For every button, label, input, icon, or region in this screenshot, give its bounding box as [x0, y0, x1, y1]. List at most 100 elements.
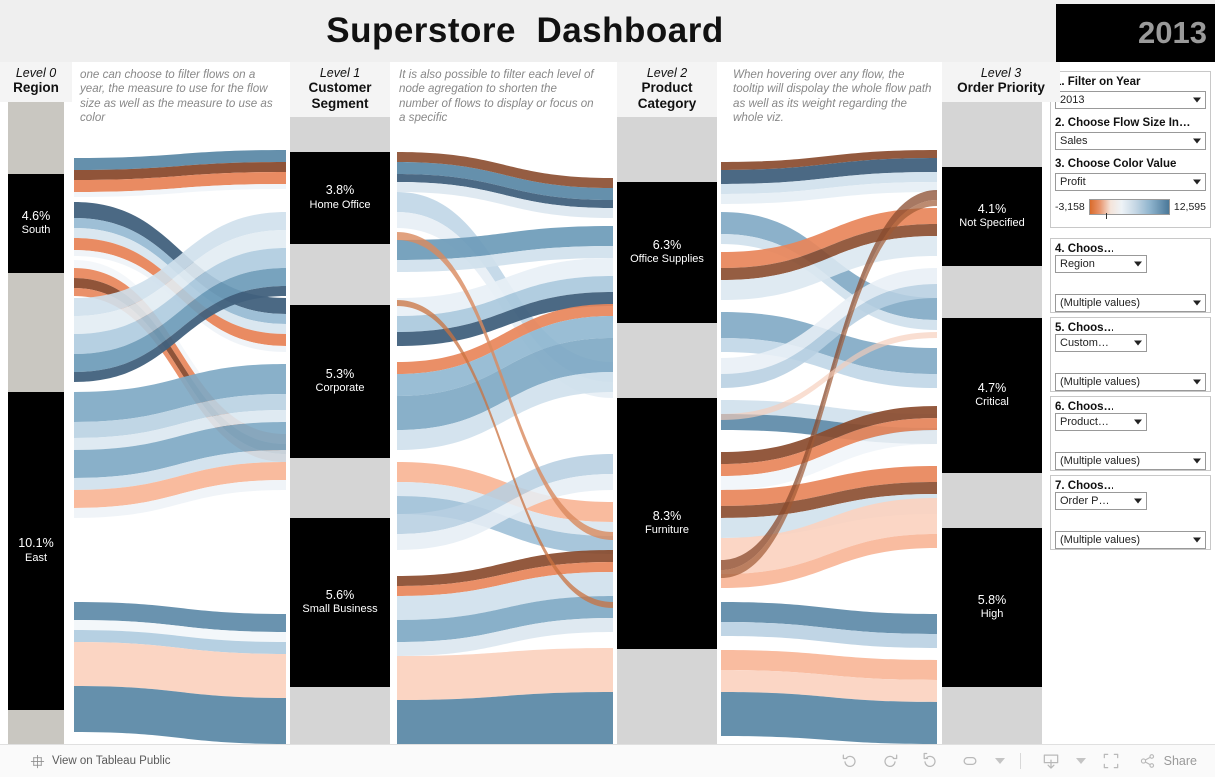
legend-tick — [1106, 213, 1108, 219]
filter-color-value-label: 3. Choose Color Value — [1055, 158, 1177, 170]
node-critical[interactable]: 4.7% Critical — [942, 318, 1042, 473]
node-pct: 10.1% — [18, 536, 54, 551]
bottom-toolbar: View on Tableau Public Share — [0, 744, 1215, 777]
level-index: Level 1 — [319, 66, 361, 80]
sankey-panel-segment-to-category — [397, 62, 613, 744]
filter-year-label: 1. Filter on Year — [1055, 76, 1141, 88]
legend-gradient-bar — [1088, 199, 1170, 219]
tableau-logo-icon — [30, 754, 45, 768]
filter-level0-label: 4. Choos… — [1055, 243, 1113, 256]
revert-button[interactable] — [910, 746, 950, 776]
download-dropdown-caret[interactable] — [1071, 746, 1091, 776]
node-label: Not Specified — [959, 217, 1025, 230]
filter-level1-label: 5. Choos… — [1055, 322, 1113, 335]
level-column-order-priority: 4.1% Not Specified 4.7% Critical 5.8% Hi… — [942, 62, 1042, 744]
node-pct: 5.3% — [325, 366, 355, 381]
level-header-product-category: Level 2 Product Category — [617, 62, 717, 118]
node-furniture[interactable]: 8.3% Furniture — [617, 398, 717, 649]
filter-level0-values-dropdown[interactable]: (Multiple values) — [1055, 294, 1206, 313]
filter-level2-value: (Multiple values) — [1060, 455, 1141, 468]
download-button[interactable] — [1031, 746, 1071, 776]
node-label: South — [21, 224, 51, 237]
node-label: Corporate — [315, 382, 365, 395]
node-office-supplies[interactable]: 6.3% Office Supplies — [617, 182, 717, 323]
filter-color-value-value: Profit — [1060, 176, 1086, 188]
sankey-panel-region-to-segment — [74, 62, 286, 744]
chevron-down-icon — [1134, 261, 1142, 267]
filter-level2-label: 6. Choos… — [1055, 401, 1113, 414]
annotation-2: When hovering over any flow, the tooltip… — [733, 68, 932, 125]
level-field: Order Priority — [957, 80, 1045, 96]
node-label: East — [24, 551, 47, 564]
node-small-business[interactable]: 5.6% Small Business — [290, 518, 390, 687]
view-on-tableau-public-label: View on Tableau Public — [52, 755, 171, 767]
filter-level2-dimension-dropdown[interactable]: Product… — [1055, 413, 1147, 432]
level-column-customer-segment: 3.8% Home Office 5.3% Corporate 5.6% Sma… — [290, 62, 390, 744]
view-on-tableau-public-button[interactable]: View on Tableau Public — [30, 754, 171, 769]
filter-color-value-dropdown[interactable]: Profit — [1055, 173, 1206, 191]
chevron-down-icon — [1193, 179, 1201, 185]
level-index: Level 0 — [15, 66, 57, 80]
node-label: High — [980, 608, 1004, 621]
filter-group-main: 1. Filter on Year 2013 2. Choose Flow Si… — [1050, 71, 1211, 228]
node-pct: 6.3% — [652, 237, 682, 252]
node-not-specified[interactable]: 4.1% Not Specified — [942, 167, 1042, 266]
toolbar-divider — [1019, 753, 1021, 769]
share-button[interactable]: Share — [1131, 752, 1201, 770]
level-field: Region — [13, 80, 59, 96]
level-column-region: 4.6% South 10.1% East — [8, 62, 64, 744]
filter-group-level2: 6. Choos… Product… (Multiple values) — [1050, 396, 1211, 471]
chevron-down-icon — [1193, 138, 1201, 144]
node-label: Furniture — [644, 524, 690, 537]
sankey-flows-0 — [74, 150, 286, 744]
node-pct: 8.3% — [652, 508, 682, 523]
chevron-down-icon — [1193, 458, 1201, 464]
filter-group-level1: 5. Choos… Custom… (Multiple values) — [1050, 317, 1211, 392]
level-header-order-priority: Level 3 Order Priority — [942, 62, 1060, 102]
title-bar: Superstore Dashboard 2013 — [0, 0, 1215, 62]
node-home-office[interactable]: 3.8% Home Office — [290, 152, 390, 244]
redo-button[interactable] — [870, 746, 910, 776]
filter-level0-dimension-dropdown[interactable]: Region — [1055, 255, 1147, 274]
chevron-down-icon — [1134, 498, 1142, 504]
filter-level3-label: 7. Choos… — [1055, 480, 1113, 493]
dashboard-canvas: 4.6% South 10.1% East Level 0 Region one… — [0, 62, 1215, 744]
node-corporate[interactable]: 5.3% Corporate — [290, 305, 390, 458]
toolbar-actions: Share — [830, 746, 1201, 776]
filter-group-level0: 4. Choos… Region (Multiple values) — [1050, 238, 1211, 313]
filter-level2-dimension-value: Product… — [1060, 416, 1109, 429]
level-field: Product Category — [637, 80, 697, 111]
node-south[interactable]: 4.6% South — [8, 174, 64, 273]
annotation-1: It is also possible to filter each level… — [399, 68, 594, 125]
share-icon — [1140, 754, 1154, 768]
filter-level0-dimension-value: Region — [1060, 258, 1095, 271]
undo-button[interactable] — [830, 746, 870, 776]
legend-max-value: 12,595 — [1173, 201, 1206, 213]
filter-level1-dimension-dropdown[interactable]: Custom… — [1055, 334, 1147, 353]
filter-level3-dimension-dropdown[interactable]: Order P… — [1055, 492, 1147, 511]
filter-panel: 1. Filter on Year 2013 2. Choose Flow Si… — [1048, 62, 1215, 744]
filter-level2-values-dropdown[interactable]: (Multiple values) — [1055, 452, 1206, 471]
filter-level3-values-dropdown[interactable]: (Multiple values) — [1055, 531, 1206, 550]
refresh-button[interactable] — [950, 746, 990, 776]
node-pct: 4.6% — [21, 208, 51, 223]
node-high[interactable]: 5.8% High — [942, 528, 1042, 687]
node-pct: 3.8% — [325, 183, 355, 198]
filter-flow-size-dropdown[interactable]: Sales — [1055, 132, 1206, 150]
node-east[interactable]: 10.1% East — [8, 392, 64, 710]
sankey-flows-2 — [721, 150, 937, 744]
chevron-down-icon — [1193, 300, 1201, 306]
level-index: Level 2 — [646, 66, 688, 80]
refresh-dropdown-caret[interactable] — [990, 746, 1010, 776]
filter-level3-value: (Multiple values) — [1060, 534, 1141, 547]
chevron-down-icon — [1134, 340, 1142, 346]
legend-min-value: -3,158 — [1055, 201, 1085, 213]
node-pct: 4.1% — [977, 201, 1007, 216]
fullscreen-button[interactable] — [1091, 746, 1131, 776]
filter-level1-values-dropdown[interactable]: (Multiple values) — [1055, 373, 1206, 392]
filter-flow-size-value: Sales — [1060, 135, 1088, 147]
level-header-customer-segment: Level 1 Customer Segment — [290, 62, 390, 118]
filter-year-dropdown[interactable]: 2013 — [1055, 91, 1206, 109]
filter-flow-size-label: 2. Choose Flow Size In… — [1055, 117, 1191, 129]
filter-year-value: 2013 — [1060, 94, 1085, 106]
